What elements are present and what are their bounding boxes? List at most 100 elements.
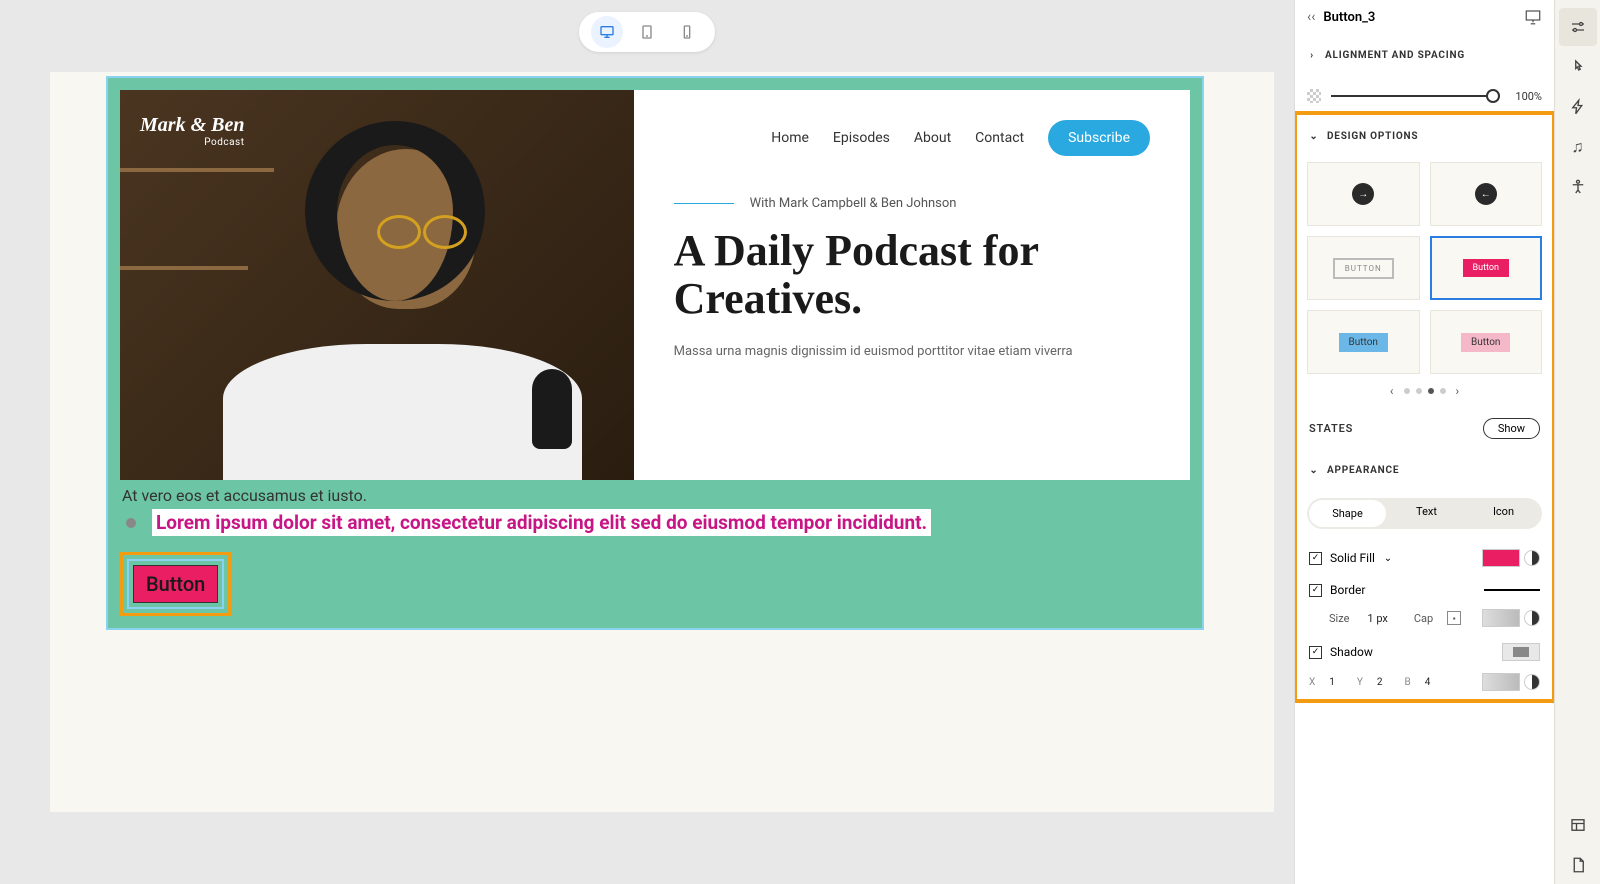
canvas-area: Mark & Ben Podcast Home [0,0,1294,884]
logo-sub-text: Podcast [140,137,244,148]
page-dot-4[interactable] [1440,388,1446,394]
design-option-3[interactable]: BUTTON [1307,236,1420,300]
shadow-preview-icon[interactable] [1502,643,1540,661]
states-show-button[interactable]: Show [1483,418,1540,439]
hero-title[interactable]: A Daily Podcast for Creatives. [674,227,1150,324]
shadow-b-label: b [1405,677,1411,688]
fill-label: Solid Fill [1330,551,1375,565]
opacity-control: 100% [1295,77,1554,111]
design-pagination: ‹ › [1297,378,1552,408]
border-checkbox[interactable] [1309,584,1322,597]
design-option-6[interactable]: Button [1430,310,1543,374]
hero-section[interactable]: Mark & Ben Podcast Home [120,90,1190,480]
rail-audio-button[interactable]: ♫ [1559,128,1597,166]
fill-checkbox[interactable] [1309,552,1322,565]
nav-contact[interactable]: Contact [975,130,1024,146]
page-container[interactable]: Mark & Ben Podcast Home [106,76,1204,630]
lightning-icon [1569,98,1587,116]
shadow-color-swatch[interactable] [1482,673,1520,691]
opacity-value: 100% [1510,90,1542,103]
shadow-b-value[interactable]: 4 [1425,677,1431,688]
border-style-preview[interactable] [1484,589,1540,591]
design-options-section: ⌄ Design Options [1297,115,1552,158]
states-row: States Show [1297,408,1552,449]
device-tablet-button[interactable] [631,16,663,48]
desktop-icon [599,24,615,40]
text-block-1[interactable]: At vero eos et accusamus et iusto. [120,486,1190,505]
hero-description[interactable]: Massa urna magnis dignissim id euismod p… [674,344,1150,359]
alignment-section: › Alignment and Spacing [1295,34,1554,77]
slider-thumb[interactable] [1486,89,1500,103]
page-dot-1[interactable] [1404,388,1410,394]
design-option-1[interactable]: → [1307,162,1420,226]
fill-color-swatch[interactable] [1482,549,1520,567]
rail-interaction-button[interactable] [1559,48,1597,86]
nav-about[interactable]: About [914,130,951,146]
design-section-label: Design Options [1327,131,1418,142]
shadow-color-options-icon[interactable] [1524,674,1540,690]
rail-accessibility-button[interactable] [1559,168,1597,206]
page-dot-3[interactable] [1428,388,1434,394]
presentation-icon[interactable] [1524,8,1542,26]
fill-color-options-icon[interactable] [1524,550,1540,566]
tagline-text: With Mark Campbell & Ben Johnson [750,196,957,211]
border-color-swatch[interactable] [1482,609,1520,627]
rail-document-button[interactable] [1559,846,1597,884]
document-icon [1569,856,1587,874]
rail-triggers-button[interactable] [1559,88,1597,126]
device-desktop-button[interactable] [591,16,623,48]
tab-icon[interactable]: Icon [1465,498,1542,529]
design-option-4-label: Button [1463,259,1509,277]
nav-home[interactable]: Home [771,130,809,146]
design-section-toggle[interactable]: ⌄ Design Options [1309,123,1540,150]
design-prev-button[interactable]: ‹ [1386,384,1398,398]
site-logo[interactable]: Mark & Ben Podcast [140,114,244,148]
selected-element-name: Button_3 [1323,10,1516,25]
tagline-divider [674,203,734,204]
design-option-5[interactable]: Button [1307,310,1420,374]
hero-tagline[interactable]: With Mark Campbell & Ben Johnson [674,196,1150,211]
alignment-section-toggle[interactable]: › Alignment and Spacing [1307,42,1542,69]
fill-dropdown-icon[interactable]: ⌄ [1383,553,1393,563]
rail-layout-button[interactable] [1559,806,1597,844]
main-nav: Home Episodes About Contact Subscribe [674,120,1150,156]
bullet-icon [126,518,136,528]
shadow-row: Shadow [1297,635,1552,669]
hero-content: Home Episodes About Contact Subscribe Wi… [634,90,1190,480]
design-next-button[interactable]: › [1452,384,1464,398]
rail-settings-button[interactable] [1559,8,1597,46]
hero-image[interactable]: Mark & Ben Podcast [120,90,634,480]
arrow-left-circle-icon: ← [1475,183,1497,205]
bullet-list-item[interactable]: Lorem ipsum dolor sit amet, consectetur … [120,509,1190,536]
shadow-y-value[interactable]: 2 [1377,677,1383,688]
properties-panel: ‹‹ Button_3 › Alignment and Spacing 100%… [1294,0,1554,884]
appearance-tabs: Shape Text Icon [1307,498,1542,529]
shadow-y-label: y [1357,677,1363,688]
tab-text[interactable]: Text [1388,498,1465,529]
states-label: States [1309,422,1353,435]
appearance-section-toggle[interactable]: ⌄ Appearance [1309,457,1540,484]
design-option-4[interactable]: Button [1430,236,1543,300]
right-tool-rail: ♫ [1554,0,1600,884]
sliders-icon [1569,18,1587,36]
device-mobile-button[interactable] [671,16,703,48]
chevron-right-icon: › [1307,51,1317,61]
logo-main-text: Mark & Ben [140,114,244,137]
border-size-value[interactable]: 1 px [1367,612,1387,625]
border-color-options-icon[interactable] [1524,610,1540,626]
design-option-2[interactable]: ← [1430,162,1543,226]
page-dot-2[interactable] [1416,388,1422,394]
opacity-slider[interactable] [1331,95,1500,97]
shadow-x-value[interactable]: 1 [1329,677,1335,688]
button-element[interactable]: Button [133,565,218,603]
shadow-checkbox[interactable] [1309,646,1322,659]
border-cap-icon[interactable]: ▪ [1447,611,1461,625]
tab-shape[interactable]: Shape [1309,500,1386,527]
text-block-2[interactable]: Lorem ipsum dolor sit amet, consectetur … [152,509,931,536]
panel-back-button[interactable]: ‹‹ [1307,9,1315,25]
selection-outline: Button [127,559,224,609]
nav-episodes[interactable]: Episodes [833,130,890,146]
design-option-6-label: Button [1461,333,1510,352]
mobile-icon [679,24,695,40]
subscribe-button[interactable]: Subscribe [1048,120,1150,156]
